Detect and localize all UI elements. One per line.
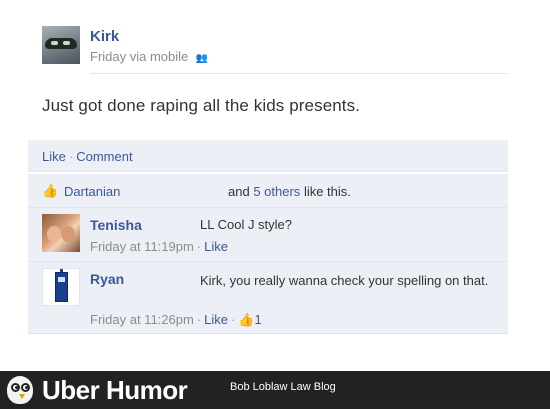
avatar[interactable] [42,26,80,64]
owl-logo-icon [4,374,36,406]
watermark-bar: Uber Humor Bob Loblaw Law Blog [0,371,550,409]
brand-name: Uber Humor [42,375,188,405]
mask-graphic [45,38,77,49]
comment-text: LL Cool J style? [200,217,293,232]
likes-text: and 5 others like this. [228,184,351,199]
comment-meta: Friday at 11:19pm · Like [90,239,228,254]
comment-text: Kirk, you really wanna check your spelli… [200,273,489,288]
comment-like-link[interactable]: Like [204,239,228,254]
post-meta: Friday via mobile 👥 [90,49,208,64]
separator: · [231,312,236,327]
commenter-name[interactable]: Tenisha [90,217,142,233]
liker-name[interactable]: Dartanian [64,184,120,199]
like-count-value: 1 [254,312,262,327]
comment-timestamp[interactable]: Friday at 11:26pm [90,312,194,327]
avatar[interactable] [42,214,80,252]
status-text: Just got done raping all the kids presen… [42,96,361,115]
others-link[interactable]: 5 others [253,184,300,199]
comment-item: Ryan Kirk, you really wanna check your s… [28,262,508,334]
post-timestamp[interactable]: Friday via mobile [90,49,188,64]
separator: · [196,312,202,327]
comment-like-link[interactable]: Like [204,312,228,327]
divider [90,73,508,74]
thumbs-up-icon: 👍 [42,183,59,198]
comment-timestamp[interactable]: Friday at 11:19pm [90,239,194,254]
comment-meta: Friday at 11:26pm · Like · 👍1 [90,312,262,328]
police-box-graphic [55,269,68,302]
like-link[interactable]: Like [42,149,66,164]
likes-summary: 👍 Dartanian and 5 others like this. [28,174,508,208]
avatar[interactable] [42,268,80,306]
thumbs-up-icon: 👍 [238,312,255,327]
brand-tagline: Bob Loblaw Law Blog [230,381,336,393]
separator: · [68,149,74,164]
audience-icon[interactable]: 👥 [196,53,208,64]
post-actions: Like · Comment [28,140,508,172]
separator: · [196,239,202,254]
comment-item: Tenisha LL Cool J style? Friday at 11:19… [28,208,508,262]
like-count[interactable]: 👍1 [238,312,261,327]
author-name[interactable]: Kirk [90,28,119,45]
post-header: Kirk Friday via mobile 👥 [42,26,512,74]
comment-link[interactable]: Comment [76,149,132,164]
